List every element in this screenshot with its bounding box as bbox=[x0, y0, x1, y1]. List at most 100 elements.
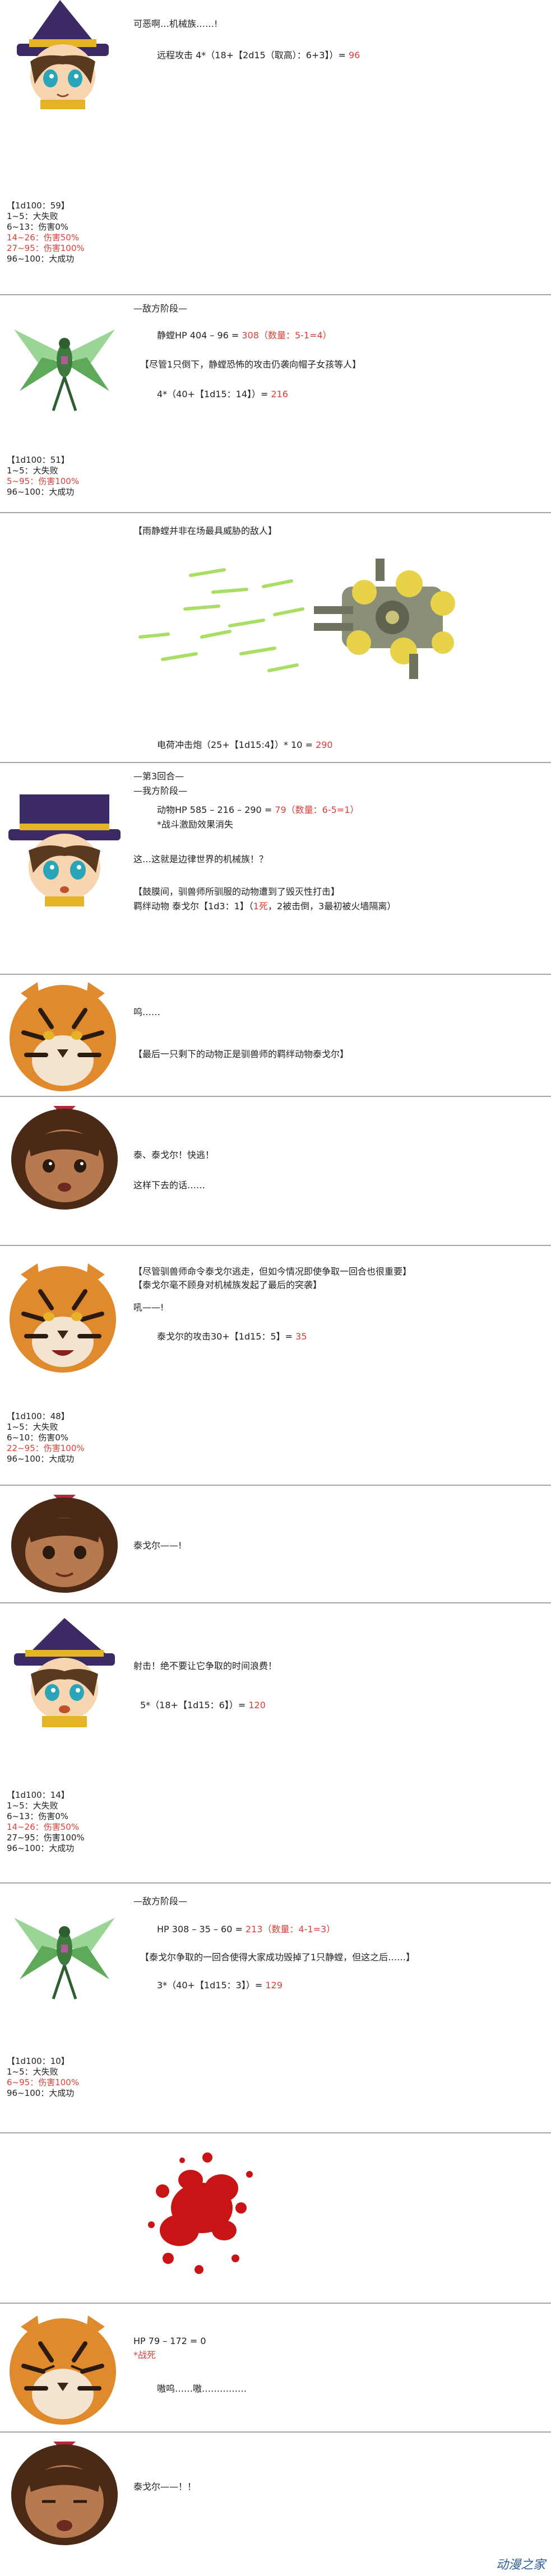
hat-kid-avatar bbox=[17, 0, 109, 109]
tiger-avatar bbox=[10, 1263, 116, 1373]
calc-formula: 电荷冲击炮（25+【1d15:4】）* 10 = bbox=[157, 740, 316, 750]
roll-row: 14~26：伤害50% bbox=[7, 1822, 80, 1832]
hp-formula: 静螳HP 404 – 96 = bbox=[157, 330, 242, 341]
hp-result: 213（数量：4-1=3） bbox=[245, 1924, 336, 1935]
panel-10: —敌方阶段— HP 308 – 35 – 60 = 213（数量：4-1=3） … bbox=[0, 1884, 551, 2133]
tamer-girl-avatar bbox=[11, 1106, 118, 1210]
tamer-girl-avatar bbox=[11, 1495, 118, 1593]
roll-title: 【1d100：59】 bbox=[7, 201, 70, 211]
roll-title: 【1d100：48】 bbox=[7, 1411, 70, 1421]
calc-result: 35 bbox=[295, 1331, 307, 1342]
site-watermark: 动漫之家 bbox=[496, 2558, 545, 2572]
hp-calc: HP 79 – 172 = 0 bbox=[133, 2336, 206, 2346]
roll-table: 【1d100：10】 1~5：大失败 6~95：伤害100% 96~100：大成… bbox=[7, 2056, 79, 2099]
narration: 【泰戈尔毫不顾身对机械族发起了最后的突袭】 bbox=[133, 1280, 322, 1290]
panel-divider bbox=[0, 762, 551, 763]
calc-result: 129 bbox=[265, 1980, 283, 1991]
calc-result: 216 bbox=[271, 389, 289, 399]
narration: 【雨静螳并非在场最具威胁的敌人】 bbox=[133, 526, 277, 536]
blood-splatter-icon bbox=[148, 2152, 253, 2274]
tamer-girl-avatar bbox=[11, 2442, 118, 2545]
narration: 【泰戈尔争取的一回合使得大家成功毁掉了1只静螳，但这之后……】 bbox=[140, 1952, 415, 1963]
calc-formula: 3*（40+【1d15：3】）= bbox=[157, 1980, 266, 1991]
hp-result: 308（数量：5-1=4） bbox=[242, 330, 332, 341]
roll-row: 1~5：大失败 bbox=[7, 2067, 58, 2077]
roll-table: 【1d100：14】 1~5：大失败 6~13：伤害0% 14~26：伤害50%… bbox=[7, 1790, 85, 1854]
panel-6: 泰、泰戈尔！快逃！ 这样下去的话…… bbox=[0, 1098, 551, 1218]
dialogue-line: 这…这就是边律世界的机械族！？ bbox=[133, 854, 268, 864]
roll-row: 1~5：大失败 bbox=[7, 1801, 58, 1811]
roll-row: 27~95：伤害100% bbox=[7, 243, 85, 253]
hat-kid-avatar bbox=[8, 794, 121, 906]
dialogue-line: 嗷呜……嗷…………… bbox=[157, 2383, 247, 2394]
dialogue-line: 吼——! bbox=[133, 1302, 164, 1313]
calc-result: 96 bbox=[349, 50, 360, 61]
dialogue-line: 可恶啊…机械族……! bbox=[133, 18, 218, 29]
tiger-avatar bbox=[10, 2315, 116, 2425]
roll-row: 96~100：大成功 bbox=[7, 1454, 75, 1464]
narration: 【尽管1只倒下，静螳恐怖的攻击仍袭向帽子女孩等人】 bbox=[140, 359, 362, 370]
phase-label: —敌方阶段— bbox=[133, 303, 188, 314]
mantis-robot-icon bbox=[14, 1918, 115, 2000]
panel-2: —敌方阶段— 静螳HP 404 – 96 = 308（数量：5-1=4） 【尽管… bbox=[0, 296, 551, 514]
panel-4: —第3回合— —我方阶段— 动物HP 585 – 216 – 290 = 79（… bbox=[0, 764, 551, 974]
panel-3: 【雨静螳并非在场最具威胁的敌人】 电荷冲击炮（25+【1d15:4】）* 10 … bbox=[0, 514, 551, 763]
panel-13: 泰戈尔——！！ 动漫之家 bbox=[0, 2433, 551, 2576]
calc-formula: 4*（40+【1d15：14】）= bbox=[157, 389, 271, 399]
roll-title: 【1d100：10】 bbox=[7, 2056, 70, 2066]
panel-5: 呜…… 【最后一只剩下的动物正是驯兽师的羁绊动物泰戈尔】 bbox=[0, 975, 551, 1096]
hp-formula: HP 308 – 35 – 60 = bbox=[157, 1924, 246, 1935]
hp-result: 79（数量：6-5=1） bbox=[275, 805, 359, 815]
panel-divider bbox=[0, 2132, 551, 2133]
dialogue-line: 呜…… bbox=[133, 1007, 161, 1017]
attack-calc: 远程攻击 4*（18+【2d15（取高）：6+3】）= 96 bbox=[157, 49, 360, 62]
roll-row: 96~100：大成功 bbox=[7, 1843, 75, 1853]
hp-calc: 静螳HP 404 – 96 = 308（数量：5-1=4） bbox=[157, 329, 332, 342]
panel-7: 【尽管驯兽师命令泰戈尔逃走，但如今情况即使争取一回合也很重要】 【泰戈尔毫不顾身… bbox=[0, 1247, 551, 1485]
roll-row: 1~5：大失败 bbox=[7, 1422, 58, 1432]
roll-row: 1~5：大失败 bbox=[7, 211, 58, 221]
roll-table: 【1d100：51】 1~5：大失败 5~95：伤害100% 96~100：大成… bbox=[7, 455, 79, 497]
roll-outcomes: ，2被击倒，3最初被火墙隔离） bbox=[267, 901, 396, 912]
calc-result: 120 bbox=[248, 1700, 266, 1710]
roll-title: 【1d100：14】 bbox=[7, 1790, 70, 1800]
panel-divider bbox=[0, 294, 551, 295]
roll-row: 6~10：伤害0% bbox=[7, 1433, 68, 1443]
attack-calc: 5*（18+【1d15：6】）= 120 bbox=[140, 1699, 266, 1712]
narration: 【鼓膜间，驯兽师所驯服的动物遭到了毁灭性打击】 bbox=[133, 886, 340, 897]
roll-formula: 羁绊动物 泰戈尔【1d3：1】（ bbox=[133, 901, 253, 912]
panel-divider bbox=[0, 1602, 551, 1603]
panel-9: 射击！绝不要让它争取的时间浪费！ 5*（18+【1d15：6】）= 120 【1… bbox=[0, 1604, 551, 1853]
dialogue-line: 泰戈尔——！！ bbox=[133, 2481, 197, 2492]
dialogue-line: 这样下去的话…… bbox=[133, 1180, 206, 1191]
panel-divider bbox=[0, 1882, 551, 1884]
bond-animal-roll: 羁绊动物 泰戈尔【1d3：1】（1死，2被击倒，3最初被火墙隔离） bbox=[133, 900, 396, 913]
attack-calc: 电荷冲击炮（25+【1d15:4】）* 10 = 290 bbox=[157, 739, 333, 751]
roll-table: 【1d100：48】 1~5：大失败 6~10：伤害0% 22~95：伤害100… bbox=[7, 1411, 85, 1464]
roll-title: 【1d100：51】 bbox=[7, 455, 70, 465]
war-machine-icon bbox=[138, 559, 455, 679]
comic-page: 可恶啊…机械族……! 远程攻击 4*（18+【2d15（取高）：6+3】）= 9… bbox=[0, 0, 551, 2576]
calc-formula: 泰戈尔的攻击30+【1d15：5】= bbox=[157, 1331, 296, 1342]
hp-calc: 动物HP 585 – 216 – 290 = 79（数量：6-5=1） bbox=[157, 804, 359, 816]
mantis-robot-icon bbox=[14, 329, 115, 411]
roll-row: 6~13：伤害0% bbox=[7, 222, 68, 232]
phase-label: —敌方阶段— bbox=[133, 1896, 188, 1907]
roll-row: 5~95：伤害100% bbox=[7, 476, 80, 486]
roll-row: 96~100：大成功 bbox=[7, 487, 75, 497]
status-dead: *战死 bbox=[133, 2350, 156, 2360]
roll-row: 27~95：伤害100% bbox=[7, 1833, 85, 1843]
roll-row: 1~5：大失败 bbox=[7, 466, 58, 476]
panel-1: 可恶啊…机械族……! 远程攻击 4*（18+【2d15（取高）：6+3】）= 9… bbox=[0, 0, 551, 297]
phase-label: —我方阶段— bbox=[133, 785, 188, 796]
dialogue-line: 射击！绝不要让它争取的时间浪费！ bbox=[133, 1661, 277, 1671]
panel-divider bbox=[0, 1096, 551, 1097]
panel-divider bbox=[0, 2303, 551, 2304]
calc-formula: 远程攻击 4*（18+【2d15（取高）：6+3】）= bbox=[157, 50, 349, 61]
roll-row: 14~26：伤害50% bbox=[7, 233, 80, 243]
panel-divider bbox=[0, 1485, 551, 1486]
panel-divider bbox=[0, 512, 551, 513]
panel-divider bbox=[0, 1245, 551, 1246]
panel-8: 泰戈尔——! bbox=[0, 1486, 551, 1598]
narration: 【尽管驯兽师命令泰戈尔逃走，但如今情况即使争取一回合也很重要】 bbox=[133, 1266, 412, 1277]
